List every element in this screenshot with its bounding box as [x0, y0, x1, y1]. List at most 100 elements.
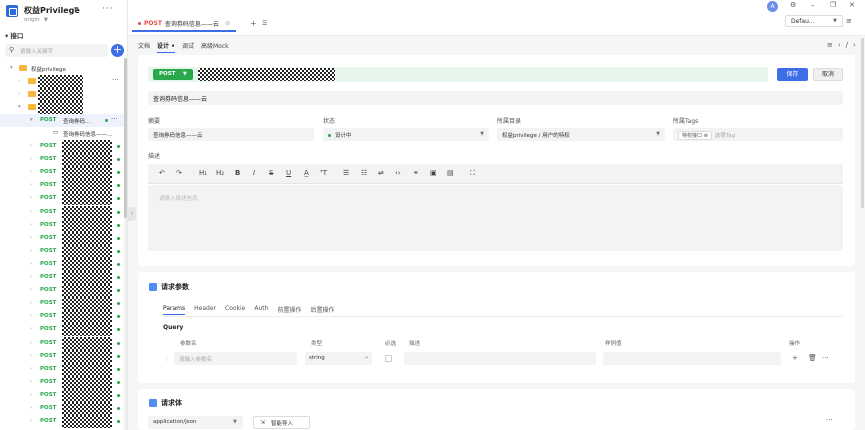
folder-item[interactable]: › ··· — [0, 75, 124, 88]
smart-import-button[interactable]: ⇲ 智能导入 — [253, 416, 310, 429]
endpoint-item[interactable]: › POST — [0, 179, 124, 193]
more-icon[interactable]: ··· — [111, 115, 118, 123]
endpoint-item[interactable]: › POST — [0, 192, 124, 206]
table-icon[interactable]: ▤ — [447, 169, 454, 177]
add-button[interactable]: + — [111, 44, 124, 57]
more-icon[interactable]: ··· — [102, 4, 114, 14]
endpoint-item[interactable]: › POST — [0, 271, 124, 284]
tab-auth[interactable]: Auth — [254, 305, 268, 315]
project-name[interactable]: 权益Privilege — [24, 5, 80, 16]
endpoint-item[interactable]: › POST — [0, 297, 124, 311]
underline-icon[interactable]: U — [286, 169, 291, 177]
url-bar[interactable] — [148, 67, 768, 82]
chevron-down-icon[interactable]: ▼ — [74, 6, 79, 13]
close-window-icon[interactable]: ✕ — [849, 1, 855, 9]
summary-input[interactable]: 查询券码信息——云 — [148, 128, 314, 141]
close-icon[interactable]: ⊘ — [225, 20, 230, 27]
scrollbar-thumb[interactable] — [124, 58, 127, 218]
tab-cookie[interactable]: Cookie — [225, 305, 245, 315]
drag-handle-icon[interactable]: ⋮ — [164, 355, 170, 362]
tab-list-icon[interactable]: ☰ — [262, 20, 267, 27]
section-title[interactable]: ▾ 接口 — [5, 30, 23, 40]
description-editor[interactable]: 请输入描述信息 — [148, 185, 843, 251]
environment-select[interactable]: Defau... ▼ — [785, 15, 843, 27]
endpoint-item[interactable]: › POST — [0, 349, 124, 363]
endpoint-selected[interactable]: ▾ POST 查询券码... ··· — [0, 114, 124, 127]
endpoint-item[interactable]: › POST — [0, 362, 124, 376]
tab-request[interactable]: POST 查询券码信息——云 ⊘ — [132, 16, 236, 32]
endpoint-item[interactable]: › POST — [0, 402, 124, 415]
method-select[interactable]: POST ▼ — [153, 69, 193, 80]
fullscreen-icon[interactable]: ⛶ — [470, 169, 475, 178]
add-tab-icon[interactable]: + — [250, 19, 257, 28]
minimize-icon[interactable]: – — [811, 1, 815, 9]
endpoint-item[interactable]: › POST — [0, 257, 124, 271]
content-type-select[interactable]: application/json ▼ — [148, 416, 243, 429]
endpoint-item[interactable]: › POST — [0, 284, 124, 298]
sidebar-scrollbar[interactable] — [124, 58, 127, 430]
menu-icon[interactable]: ≡ — [846, 17, 852, 25]
param-name-input[interactable]: 请输入参数名 — [174, 352, 297, 365]
redo-icon[interactable]: ↷ — [176, 169, 182, 177]
tab-pre-ops[interactable]: 前置操作 — [277, 305, 301, 315]
main-scrollbar[interactable] — [861, 38, 864, 208]
link-icon[interactable]: ⚭ — [413, 169, 419, 177]
save-button[interactable]: 保存 — [777, 68, 808, 81]
case-item[interactable]: ▭ 查询券码信息——... — [0, 127, 124, 140]
endpoint-item[interactable]: › POST — [0, 166, 124, 180]
endpoint-item[interactable]: › POST — [0, 415, 124, 429]
search-input[interactable]: ⚲ 请输入关键字 — [5, 44, 108, 57]
list-icon[interactable]: ≡ — [827, 41, 838, 49]
tab-design[interactable]: 设计 • — [157, 41, 175, 53]
endpoint-item[interactable]: › POST — [0, 310, 124, 324]
tab-debug[interactable]: 调试 — [182, 41, 194, 53]
param-desc-input[interactable] — [404, 352, 596, 365]
endpoint-item[interactable]: › POST — [0, 375, 124, 389]
more-icon[interactable]: ··· — [112, 76, 119, 84]
tab-docs[interactable]: 文档 — [138, 41, 150, 53]
task-list-icon[interactable]: ⇌ — [378, 169, 384, 177]
folder-item[interactable]: ▾ — [0, 101, 124, 114]
endpoint-item[interactable]: › POST — [0, 388, 124, 402]
ordered-list-icon[interactable]: ☷ — [361, 169, 367, 177]
italic-icon[interactable]: I — [253, 169, 255, 177]
add-row-icon[interactable]: + — [792, 354, 798, 362]
folder-item[interactable]: › — [0, 88, 124, 101]
strike-icon[interactable]: S — [269, 169, 273, 177]
code-icon[interactable]: ‹/› — [838, 41, 861, 49]
heading1-icon[interactable]: H₁ — [199, 169, 207, 177]
endpoint-item[interactable]: › POST — [0, 140, 124, 153]
chevron-down-icon[interactable]: ▼ — [44, 17, 48, 23]
branch-label[interactable]: origin — [24, 17, 40, 23]
delete-icon[interactable]: 🗑 — [808, 354, 817, 362]
maximize-icon[interactable]: ❐ — [830, 1, 836, 9]
endpoint-item[interactable]: › POST — [0, 218, 124, 232]
param-type-select[interactable]: string ⇢ — [305, 352, 372, 365]
font-color-icon[interactable]: A̲ — [304, 169, 309, 177]
endpoint-item[interactable]: › POST — [0, 244, 124, 258]
endpoint-item[interactable]: › POST — [0, 153, 124, 167]
undo-icon[interactable]: ↶ — [159, 169, 165, 177]
avatar[interactable]: A — [767, 1, 778, 12]
tab-mock[interactable]: 高级Mock — [201, 41, 229, 53]
folder-root[interactable]: ▾ 权益privilege — [0, 62, 124, 75]
dir-select[interactable]: 权益privilege / 用户的特权 ▼ — [497, 128, 665, 141]
bullet-list-icon[interactable]: ☰ — [343, 169, 349, 177]
collapse-sidebar-icon[interactable]: ‹ — [128, 207, 136, 221]
endpoint-item[interactable]: › POST — [0, 205, 124, 219]
bold-icon[interactable]: B — [235, 169, 240, 177]
heading2-icon[interactable]: H₂ — [216, 169, 224, 177]
code-icon[interactable]: ‹› — [395, 169, 401, 177]
status-select[interactable]: 设计中 ▼ — [323, 128, 489, 141]
endpoint-item[interactable]: › POST — [0, 323, 124, 337]
view-icons[interactable]: ≡‹/› — [827, 41, 861, 49]
tab-params[interactable]: Params — [163, 305, 186, 315]
settings-icon[interactable]: ⚙ — [790, 1, 796, 9]
cancel-button[interactable]: 取消 — [813, 68, 843, 81]
font-size-icon[interactable]: ᵀT — [320, 169, 327, 177]
endpoint-item[interactable]: › POST — [0, 231, 124, 245]
tags-select[interactable]: 特权接口 ⊗ 选择Tag — [673, 128, 843, 141]
more-icon[interactable]: ··· — [826, 416, 833, 424]
endpoint-item[interactable]: › POST — [0, 336, 124, 350]
param-example-input[interactable] — [603, 352, 781, 365]
